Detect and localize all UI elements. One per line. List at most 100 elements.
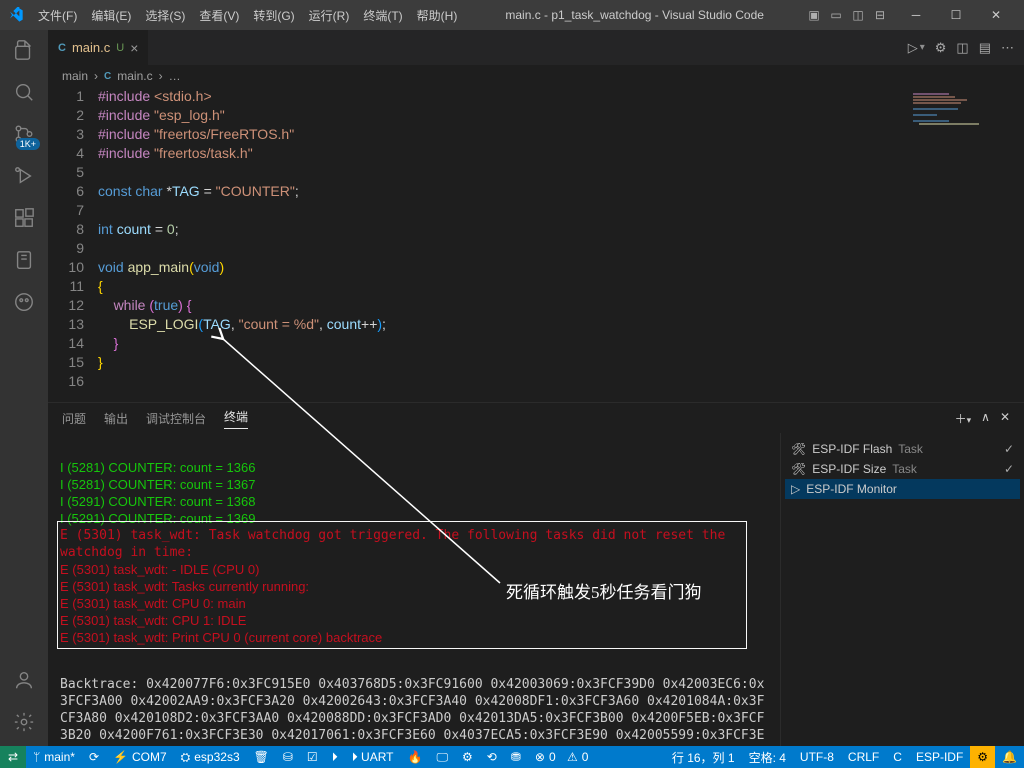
extensions-icon[interactable] <box>12 206 36 230</box>
explorer-icon[interactable] <box>12 38 36 62</box>
platformio-icon[interactable] <box>12 290 36 314</box>
panel-tabs: 问题 输出 调试控制台 终端 ＋▾ ∧ ✕ <box>48 403 1024 433</box>
tab-close-icon[interactable]: × <box>130 40 138 56</box>
vscode-icon <box>8 7 24 23</box>
git-branch[interactable]: ᛘ main* <box>26 746 82 768</box>
menu-select[interactable]: 选择(S) <box>139 3 191 28</box>
tools-icon: 🛠 <box>791 462 806 476</box>
log-line: I (5291) COUNTER: count = 1368 <box>60 493 768 510</box>
breadcrumb-file[interactable]: main.c <box>117 69 152 83</box>
notifications-icon[interactable]: 🔔 <box>995 746 1024 768</box>
diagnostics[interactable]: ⊗0 ⚠0 <box>528 746 596 768</box>
close-button[interactable]: ✕ <box>976 0 1016 30</box>
backtrace: Backtrace: 0x420077F6:0x3FC915E0 0x40376… <box>60 676 768 746</box>
breadcrumb[interactable]: main› C main.c› … <box>48 65 1024 87</box>
tab-git-status: U <box>116 42 124 54</box>
task-esp-idf-flash[interactable]: 🛠 ESP-IDF Flash Task ✓ <box>785 439 1020 459</box>
sb-menu-icon[interactable]: ⚙ <box>455 746 480 768</box>
sb-check-icon[interactable]: ☑ <box>300 746 325 768</box>
menu-file[interactable]: 文件(F) <box>32 3 83 28</box>
indent[interactable]: 空格: 4 <box>742 746 793 768</box>
menu-run[interactable]: 运行(R) <box>303 3 356 28</box>
panel: 问题 输出 调试控制台 终端 ＋▾ ∧ ✕ I (5281) COUNTER: … <box>48 402 1024 746</box>
scm-badge: 1K+ <box>16 138 40 150</box>
menu-help[interactable]: 帮助(H) <box>411 3 464 28</box>
sb-clean-icon[interactable]: 🗑 <box>247 746 276 768</box>
statusbar: ⇄ ᛘ main* ⟳ ⚡COM7 ⛭esp32s3 🗑 ⛁ ☑ ⏵ ⏵ UAR… <box>0 746 1024 768</box>
code-content[interactable]: #include <stdio.h> #include "esp_log.h" … <box>98 87 1024 402</box>
check-icon: ✓ <box>1004 462 1014 476</box>
task-esp-idf-monitor[interactable]: ▷ ESP-IDF Monitor <box>785 479 1020 499</box>
log-line: E (5301) task_wdt: CPU 1: IDLE <box>60 612 768 629</box>
panel-close-icon[interactable]: ✕ <box>1000 410 1010 427</box>
espressif-icon[interactable] <box>12 248 36 272</box>
panel-tab-problems[interactable]: 问题 <box>62 410 86 427</box>
cursor-position[interactable]: 行 16，列 1 <box>665 746 742 768</box>
c-file-icon: C <box>58 42 66 54</box>
breadcrumb-trail[interactable]: … <box>169 69 181 83</box>
sync-icon[interactable]: ⟳ <box>82 746 106 768</box>
sb-fire-icon[interactable]: 🔥 <box>401 746 430 768</box>
layout-right-icon[interactable]: ⊟ <box>872 7 888 23</box>
sb-flash-icon[interactable]: ⏵ <box>325 746 345 768</box>
panel-tab-output[interactable]: 输出 <box>104 410 128 427</box>
panel-tab-debug[interactable]: 调试控制台 <box>146 410 206 427</box>
plug-icon: ⚡ <box>113 750 128 764</box>
idf-menu-icon[interactable]: ⚙ <box>970 746 995 768</box>
new-terminal-icon[interactable]: ＋▾ <box>955 410 972 427</box>
settings-icon[interactable] <box>12 710 36 734</box>
minimap[interactable] <box>904 87 1024 402</box>
run-icon[interactable]: ▷▾ <box>908 40 925 56</box>
panel-up-icon[interactable]: ∧ <box>981 410 990 427</box>
tab-main-c[interactable]: C main.c U × <box>48 30 149 65</box>
sb-db-icon[interactable]: ⛃ <box>504 746 528 768</box>
log-line: E (5301) task_wdt: CPU 0: main <box>60 595 768 612</box>
layout-left-icon[interactable]: ▣ <box>806 7 822 23</box>
tab-label: main.c <box>72 40 110 55</box>
sb-monitor-icon[interactable]: 🖵 <box>429 746 455 768</box>
account-icon[interactable] <box>12 668 36 692</box>
breadcrumb-root[interactable]: main <box>62 69 88 83</box>
esp-idf[interactable]: ESP-IDF <box>909 746 970 768</box>
minimize-button[interactable]: ─ <box>896 0 936 30</box>
language-mode[interactable]: C <box>886 746 909 768</box>
tools-icon: 🛠 <box>791 442 806 456</box>
sb-refresh-icon[interactable]: ⟲ <box>480 746 504 768</box>
log-line: I (5291) COUNTER: count = 1369 <box>60 510 768 527</box>
chip-icon: ⛭ <box>181 750 191 765</box>
eol[interactable]: CRLF <box>841 746 886 768</box>
play-icon: ▷ <box>791 482 800 496</box>
source-control-icon[interactable]: 1K+ <box>12 122 36 146</box>
port[interactable]: ⚡COM7 <box>106 746 174 768</box>
code-editor[interactable]: 12345678910111213141516 #include <stdio.… <box>48 87 1024 402</box>
sb-uart[interactable]: ⏵ UART <box>345 746 401 768</box>
chip[interactable]: ⛭esp32s3 <box>174 746 247 768</box>
menu-view[interactable]: 查看(V) <box>193 3 245 28</box>
config-icon[interactable]: ⚙ <box>935 40 947 56</box>
task-esp-idf-size[interactable]: 🛠 ESP-IDF Size Task ✓ <box>785 459 1020 479</box>
menu-terminal[interactable]: 终端(T) <box>357 3 408 28</box>
titlebar: 文件(F) 编辑(E) 选择(S) 查看(V) 转到(G) 运行(R) 终端(T… <box>0 0 1024 30</box>
maximize-button[interactable]: ☐ <box>936 0 976 30</box>
terminal[interactable]: I (5281) COUNTER: count = 1366 I (5281) … <box>48 433 780 746</box>
debug-icon[interactable] <box>12 164 36 188</box>
log-line: I (5281) COUNTER: count = 1366 <box>60 459 768 476</box>
activitybar: 1K+ <box>0 30 48 746</box>
window-title: main.c - p1_task_watchdog - Visual Studi… <box>463 8 806 22</box>
layout-bottom-icon[interactable]: ▭ <box>828 7 844 23</box>
layout-split-icon[interactable]: ◫ <box>850 7 866 23</box>
layout-controls: ▣ ▭ ◫ ⊟ <box>806 7 888 23</box>
encoding[interactable]: UTF-8 <box>793 746 841 768</box>
log-line: E (5301) task_wdt: Task watchdog got tri… <box>60 527 768 561</box>
menu-edit[interactable]: 编辑(E) <box>85 3 137 28</box>
panel-tab-terminal[interactable]: 终端 <box>224 408 248 429</box>
split-editor-icon[interactable]: ◫ <box>956 40 968 56</box>
sb-build-icon[interactable]: ⛁ <box>276 746 300 768</box>
more-icon[interactable]: ⋯ <box>1001 40 1014 56</box>
search-icon[interactable] <box>12 80 36 104</box>
remote-indicator[interactable]: ⇄ <box>0 746 26 768</box>
diff-icon[interactable]: ▤ <box>979 40 991 56</box>
log-line: I (5281) COUNTER: count = 1367 <box>60 476 768 493</box>
editor-area: C main.c U × ▷▾ ⚙ ◫ ▤ ⋯ main› C main.c› … <box>48 30 1024 746</box>
menu-goto[interactable]: 转到(G) <box>247 3 300 28</box>
